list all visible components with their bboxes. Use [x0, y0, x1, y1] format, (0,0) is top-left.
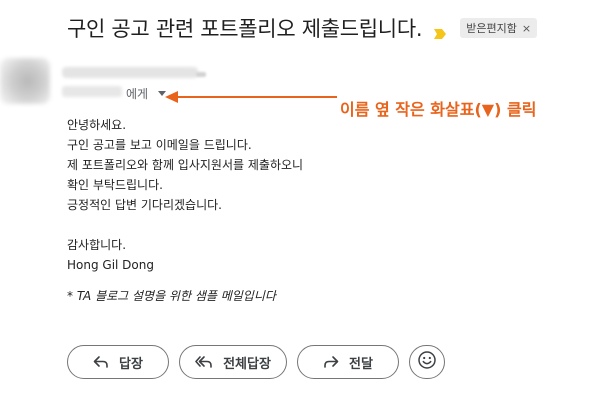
reply-button[interactable]: 답장	[67, 345, 169, 379]
annotation-arrow	[165, 91, 337, 103]
recipient-suffix: 에게	[126, 87, 149, 101]
reply-all-button[interactable]: 전체답장	[179, 345, 287, 379]
recipient-line: 에게	[126, 85, 167, 102]
reply-all-label: 전체답장	[223, 356, 271, 372]
body-line: 긍정적인 답변 기다리겠습니다.	[67, 198, 222, 212]
reply-label: 답장	[119, 356, 143, 372]
reply-icon	[93, 355, 109, 369]
forward-label: 전달	[349, 356, 373, 372]
reply-all-icon	[195, 355, 213, 369]
email-header: 구인 공고 관련 포트폴리오 제출드립니다. 받은편지함 ×	[67, 13, 538, 43]
body-line: 구인 공고를 보고 이메일을 드립니다.	[67, 138, 252, 152]
sender-avatar[interactable]	[0, 58, 50, 104]
body-line: 안녕하세요.	[67, 118, 127, 132]
email-actions: 답장 전체답장 전달	[67, 345, 445, 379]
forward-icon	[323, 355, 339, 369]
body-line: 확인 부탁드립니다.	[67, 178, 163, 192]
emoji-icon	[417, 350, 437, 374]
signature-line: Hong Gil Dong	[67, 258, 154, 272]
annotation-text: 이름 옆 작은 화살표(▼) 클릭	[340, 100, 537, 119]
sender-detail-blurred	[196, 72, 206, 77]
closing-line: 감사합니다.	[67, 238, 127, 252]
body-line: 제 포트폴리오와 함께 입사지원서를 제출하오니	[67, 158, 304, 172]
email-body: 안녕하세요. 구인 공고를 보고 이메일을 드립니다. 제 포트폴리오와 함께 …	[67, 115, 303, 275]
email-footnote: * TA 블로그 설명을 위한 샘플 메일입니다	[67, 289, 276, 303]
inbox-label-chip: 받은편지함 ×	[460, 18, 538, 38]
forward-button[interactable]: 전달	[297, 345, 399, 379]
email-subject: 구인 공고 관련 포트폴리오 제출드립니다.	[67, 17, 423, 41]
emoji-reaction-button[interactable]	[409, 345, 445, 379]
sender-name-blurred[interactable]	[62, 67, 198, 78]
recipient-name-blurred	[62, 86, 122, 97]
inbox-label-text: 받은편지함	[466, 22, 517, 35]
importance-marker-icon[interactable]	[434, 24, 447, 39]
remove-label-icon[interactable]: ×	[522, 22, 531, 35]
